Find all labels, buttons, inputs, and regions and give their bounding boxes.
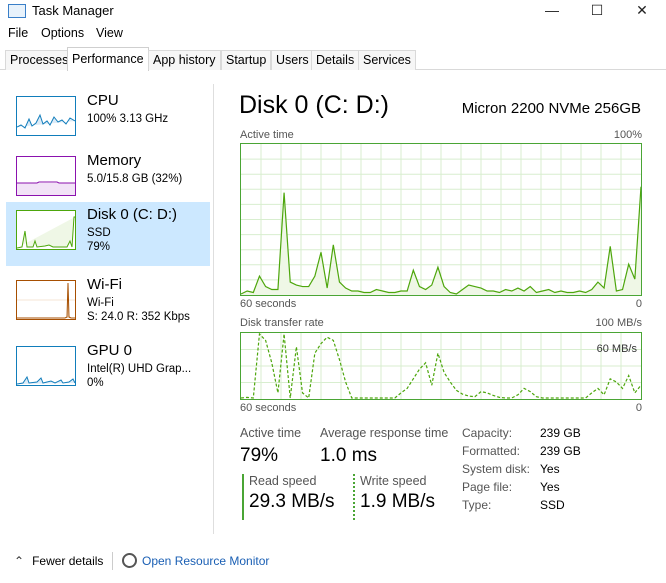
- avg-response-label: Average response time: [320, 426, 449, 440]
- title-bar: Task Manager — ☐ ✕: [0, 0, 666, 24]
- fewer-details-label: Fewer details: [32, 554, 104, 568]
- active-time-graph-right-label: 0: [635, 298, 642, 310]
- transfer-rate-graph-max: 100 MB/s: [595, 317, 642, 329]
- tab-processes[interactable]: Processes: [5, 50, 74, 70]
- menu-file[interactable]: File: [8, 26, 28, 40]
- transfer-rate-graph: 60 MB/s: [240, 332, 642, 400]
- sidebar-disk-usage: 79%: [87, 241, 111, 253]
- sidebar-disk-title: Disk 0 (C: D:): [87, 206, 177, 223]
- resource-sidebar: CPU 100% 3.13 GHz Memory 5.0/15.8 GB (32…: [0, 84, 214, 534]
- page-file-label: Page file:: [462, 480, 513, 494]
- window-title: Task Manager: [32, 3, 114, 18]
- read-speed-label: Read speed: [249, 474, 317, 488]
- active-time-value: 79%: [240, 445, 279, 466]
- footer-bar: ⌃ Fewer details Open Resource Monitor: [0, 548, 666, 574]
- type-label: Type:: [462, 498, 492, 512]
- footer-separator: [112, 552, 113, 570]
- wifi-thumbnail-graph: [16, 280, 76, 320]
- transfer-rate-plot: [240, 332, 642, 400]
- system-disk-value: Yes: [540, 462, 560, 476]
- capacity-value: 239 GB: [540, 426, 581, 440]
- formatted-value: 239 GB: [540, 444, 581, 458]
- disk-model: Micron 2200 NVMe 256GB: [461, 100, 641, 117]
- sidebar-gpu-adapter: Intel(R) UHD Grap...: [87, 363, 192, 375]
- chevron-up-icon: ⌃: [14, 554, 25, 568]
- cpu-thumbnail-graph: [16, 96, 76, 136]
- transfer-rate-scale-label: 60 MB/s: [596, 343, 637, 355]
- sidebar-gpu-title: GPU 0: [87, 342, 133, 359]
- active-time-graph: [240, 143, 642, 296]
- tab-performance[interactable]: Performance: [67, 47, 149, 71]
- page-title: Disk 0 (C: D:): [239, 91, 389, 119]
- menu-view[interactable]: View: [96, 26, 123, 40]
- tab-details[interactable]: Details: [311, 50, 360, 70]
- sidebar-disk-type: SSD: [87, 227, 111, 239]
- write-speed-value: 1.9 MB/s: [360, 491, 435, 512]
- transfer-rate-graph-label: Disk transfer rate: [240, 317, 324, 329]
- transfer-rate-graph-left-label: 60 seconds: [240, 402, 297, 414]
- type-value: SSD: [540, 498, 565, 512]
- sidebar-item-wifi[interactable]: Wi-Fi Wi-Fi S: 24.0 R: 352 Kbps: [6, 272, 210, 336]
- sidebar-wifi-throughput: S: 24.0 R: 352 Kbps: [87, 311, 190, 323]
- sidebar-item-cpu[interactable]: CPU 100% 3.13 GHz: [6, 88, 210, 152]
- tab-bar: Processes Performance App history Startu…: [0, 46, 666, 71]
- formatted-label: Formatted:: [462, 444, 521, 458]
- menu-options[interactable]: Options: [41, 26, 84, 40]
- sidebar-memory-usage: 5.0/15.8 GB (32%): [87, 173, 183, 185]
- system-disk-label: System disk:: [462, 462, 531, 476]
- tab-services[interactable]: Services: [358, 50, 416, 70]
- write-speed-block: Write speed 1.9 MB/s: [353, 474, 435, 520]
- task-manager-icon: [8, 4, 26, 18]
- transfer-rate-graph-right-label: 0: [635, 402, 642, 414]
- active-time-label: Active time: [240, 426, 302, 440]
- active-time-graph-label: Active time: [240, 129, 294, 141]
- read-speed-block: Read speed 29.3 MB/s: [242, 474, 335, 520]
- gpu-thumbnail-graph: [16, 346, 76, 386]
- minimize-button[interactable]: —: [532, 1, 572, 21]
- open-resource-monitor-link[interactable]: Open Resource Monitor: [142, 554, 269, 568]
- write-speed-label: Write speed: [360, 474, 427, 488]
- maximize-button[interactable]: ☐: [577, 1, 617, 21]
- sidebar-item-disk[interactable]: Disk 0 (C: D:) SSD 79%: [6, 202, 210, 266]
- close-button[interactable]: ✕: [622, 1, 662, 21]
- active-time-graph-left-label: 60 seconds: [240, 298, 297, 310]
- tab-app-history[interactable]: App history: [148, 50, 221, 70]
- active-time-plot: [240, 144, 642, 295]
- tab-users[interactable]: Users: [271, 50, 314, 70]
- sidebar-cpu-title: CPU: [87, 92, 119, 109]
- memory-thumbnail-graph: [16, 156, 76, 196]
- sidebar-cpu-usage: 100% 3.13 GHz: [87, 113, 169, 125]
- sidebar-item-gpu[interactable]: GPU 0 Intel(R) UHD Grap... 0%: [6, 338, 210, 402]
- capacity-label: Capacity:: [462, 426, 513, 440]
- tab-startup[interactable]: Startup: [221, 50, 272, 70]
- fewer-details-button[interactable]: ⌃ Fewer details: [14, 554, 103, 568]
- sidebar-memory-title: Memory: [87, 152, 142, 169]
- sidebar-wifi-title: Wi-Fi: [87, 276, 122, 293]
- resource-monitor-icon: [122, 553, 137, 568]
- sidebar-gpu-usage: 0%: [87, 377, 104, 389]
- sidebar-wifi-adapter: Wi-Fi: [87, 297, 114, 309]
- read-speed-value: 29.3 MB/s: [249, 491, 335, 512]
- avg-response-value: 1.0 ms: [320, 445, 378, 466]
- page-file-value: Yes: [540, 480, 560, 494]
- active-time-graph-max: 100%: [613, 129, 642, 141]
- disk-thumbnail-graph: [16, 210, 76, 250]
